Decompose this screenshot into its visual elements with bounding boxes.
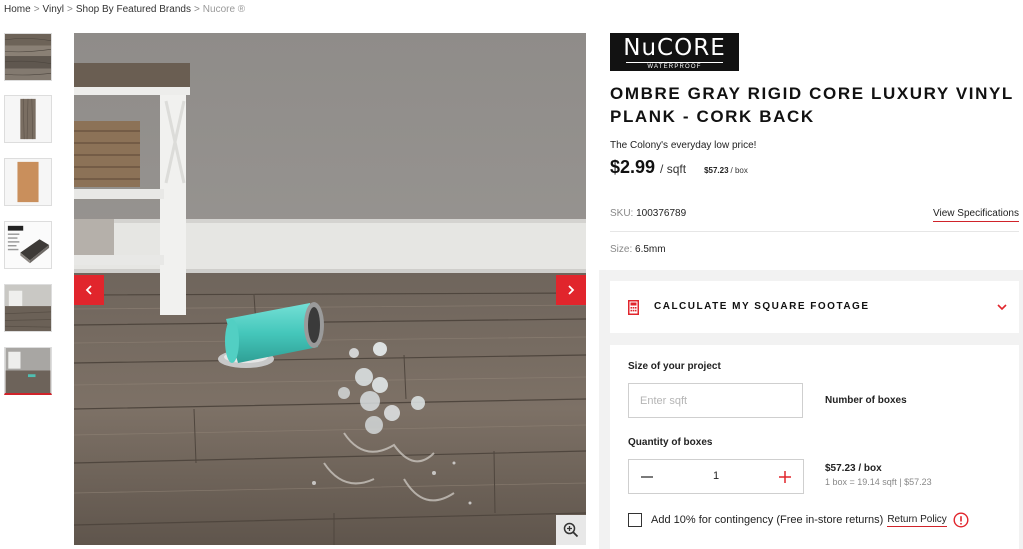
- box-price: $57.23: [704, 166, 729, 175]
- size-label: Size:: [610, 244, 633, 255]
- brand-name: NuCORE: [623, 35, 726, 61]
- brand-tagline: WATERPROOF FLOORING: [626, 62, 723, 79]
- breadcrumb-separator: >: [193, 4, 200, 15]
- breadcrumb-vinyl[interactable]: Vinyl: [43, 4, 65, 15]
- size-row: Size: 6.5mm: [610, 244, 666, 255]
- zoom-button[interactable]: [556, 515, 586, 545]
- sqft-input[interactable]: [628, 383, 803, 418]
- quantity-stepper: 1: [628, 459, 804, 494]
- breadcrumb-separator: >: [67, 4, 73, 15]
- price-row: $2.99 / sqft $57.23 / box: [610, 157, 748, 178]
- breadcrumb-current: Nucore ®: [202, 4, 246, 15]
- sku-row: SKU: 100376789 View Specifications: [610, 208, 1019, 222]
- price: $2.99: [610, 157, 656, 177]
- breadcrumb: Home > Vinyl > Shop By Featured Brands > Nucor…: [4, 4, 245, 15]
- info-icon[interactable]: [953, 512, 969, 528]
- view-specifications-link[interactable]: View Specifications: [933, 208, 1019, 222]
- thumbnail-6[interactable]: [4, 347, 52, 395]
- next-image-button[interactable]: [556, 275, 586, 305]
- chevron-down-icon: [997, 304, 1007, 311]
- brand-logo[interactable]: NuCORE WATERPROOF FLOORING: [610, 33, 739, 78]
- price-unit: / sqft: [660, 162, 687, 176]
- box-info: $57.23 / box 1 box = 19.14 sqft | $57.23: [825, 463, 932, 487]
- cork-back-image: [5, 159, 51, 205]
- divider: [610, 231, 1019, 232]
- minus-icon[interactable]: [639, 469, 655, 485]
- breadcrumb-featured-brands[interactable]: Shop By Featured Brands: [76, 4, 191, 15]
- quantity-value[interactable]: 1: [689, 470, 743, 482]
- contingency-checkbox[interactable]: [628, 513, 642, 527]
- promo-text: The Colony's everyday low price!: [610, 140, 757, 151]
- project-size-label: Size of your project: [628, 361, 721, 372]
- plank-swatch-image: [5, 34, 51, 80]
- chevron-right-icon: [568, 285, 575, 295]
- size-value: 6.5mm: [635, 244, 666, 255]
- contingency-label: Add 10% for contingency (Free in-store r…: [651, 514, 884, 526]
- box-price-line: $57.23 / box: [825, 463, 882, 474]
- breadcrumb-separator: >: [33, 4, 40, 15]
- chevron-left-icon: [85, 285, 92, 295]
- room-scene-image: [5, 348, 51, 393]
- calculator-form: Size of your project Number of boxes Qua…: [610, 345, 1019, 549]
- breadcrumb-home[interactable]: Home: [4, 4, 31, 15]
- room-scene-image: [74, 33, 586, 545]
- thumbnail-5[interactable]: [4, 284, 52, 332]
- thumbnail-4[interactable]: [4, 221, 52, 269]
- product-page: Home > Vinyl > Shop By Featured Brands > Nucor…: [0, 0, 1023, 549]
- return-policy-link[interactable]: Return Policy: [887, 514, 947, 527]
- product-title: OMBRE GRAY RIGID CORE LUXURY VINYL PLANK…: [610, 84, 1014, 126]
- construction-diagram-image: [5, 222, 51, 268]
- main-product-image: [74, 33, 586, 545]
- number-of-boxes-label: Number of boxes: [825, 395, 907, 406]
- zoom-in-icon: [563, 522, 579, 538]
- calculator-header-label: CALCULATE MY SQUARE FOOTAGE: [654, 301, 870, 312]
- box-detail: 1 box = 19.14 sqft | $57.23: [825, 477, 932, 487]
- room-scene-image: [5, 285, 51, 331]
- previous-image-button[interactable]: [74, 275, 104, 305]
- thumbnail-2[interactable]: [4, 95, 52, 143]
- thumbnail-3[interactable]: [4, 158, 52, 206]
- plank-vertical-image: [5, 96, 51, 142]
- calculator-icon: [628, 300, 639, 315]
- quantity-label: Quantity of boxes: [628, 437, 713, 448]
- contingency-row: Add 10% for contingency (Free in-store r…: [628, 512, 969, 528]
- box-price-unit: / box: [730, 166, 748, 175]
- sku-value: 100376789: [636, 208, 687, 219]
- plus-icon[interactable]: [777, 469, 793, 485]
- calculate-square-footage-toggle[interactable]: CALCULATE MY SQUARE FOOTAGE: [610, 281, 1019, 333]
- sku-label: SKU:: [610, 208, 634, 219]
- thumbnail-1[interactable]: [4, 33, 52, 81]
